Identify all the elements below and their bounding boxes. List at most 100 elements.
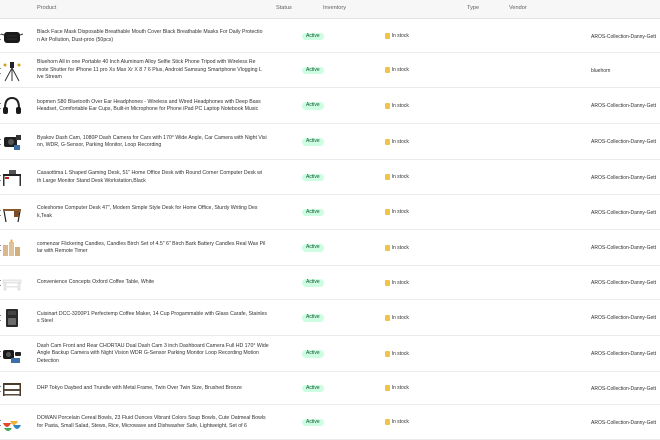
table-row[interactable]: Byakov Dash Cam, 1080P Dash Camera for C… xyxy=(0,124,660,160)
coffee-table-icon[interactable] xyxy=(1,272,23,294)
coffee-maker-icon[interactable] xyxy=(1,307,23,329)
inventory-indicator-icon xyxy=(385,350,390,357)
inventory-cell: In stock xyxy=(385,67,409,74)
inventory-status-text: In stock xyxy=(391,33,409,40)
table-row[interactable]: Bluehorn All in one Portable 40 Inch Alu… xyxy=(0,53,660,88)
inventory-status-text: In stock xyxy=(391,174,409,181)
table-row[interactable]: Coleshome Computer Desk 47", Modern Simp… xyxy=(0,195,660,230)
inventory-cell: In stock xyxy=(385,314,409,321)
product-title-line: Headset, Comfortable Ear Cups, Built-in … xyxy=(37,106,259,112)
inventory-status-text: In stock xyxy=(391,244,409,251)
status-badge: Active xyxy=(302,384,324,393)
status-badge: Active xyxy=(302,279,324,287)
product-title-line: Detection xyxy=(37,357,59,364)
inventory-cell: In stock xyxy=(385,385,409,392)
product-title-link[interactable]: Black Face Mask Disposable Breathable Mo… xyxy=(37,29,275,44)
inventory-indicator-icon xyxy=(385,102,390,109)
headphones-icon[interactable] xyxy=(1,95,23,117)
inventory-indicator-icon xyxy=(385,314,390,321)
product-title-link[interactable]: DHP Tokyo Daybed and Trundle with Metal … xyxy=(37,385,275,392)
inventory-cell: In stock xyxy=(385,174,409,181)
product-title-line: th Large Monitor Stand Desk Workstation,… xyxy=(37,177,146,184)
product-title-link[interactable]: Convenience Concepts Oxford Coffee Table… xyxy=(37,279,275,286)
inventory-cell: In stock xyxy=(385,102,409,109)
daybed-icon[interactable] xyxy=(1,377,23,400)
product-title-link[interactable]: bopmen S80 Bluetooth Over Ear Headphones… xyxy=(37,99,275,114)
vendor-cell: AROS-Collection-Danny-Gett xyxy=(591,33,657,40)
vendor-cell: AROS-Collection-Danny-Gett xyxy=(591,245,657,251)
dual-dash-cam-icon[interactable] xyxy=(1,343,23,365)
status-badge: Active xyxy=(302,173,324,182)
candles-icon[interactable] xyxy=(1,237,23,259)
vendor-cell: AROS-Collection-Danny-Gett xyxy=(591,209,657,216)
table-row[interactable]: DOWAN Porcelain Cereal Bowls, 23 Fluid O… xyxy=(0,405,660,440)
product-title-line: k,Teak xyxy=(37,212,52,219)
inventory-status-text: In stock xyxy=(391,67,409,74)
inventory-status-text: In stock xyxy=(391,138,409,145)
table-row[interactable]: Dash Cam Front and Rear CHORTAU Dual Das… xyxy=(0,336,660,372)
table-row[interactable]: DHP Tokyo Daybed and Trundle with Metal … xyxy=(0,372,660,405)
status-badge: Active xyxy=(302,418,324,427)
product-title-line: lar with Remote Timer xyxy=(37,248,88,254)
status-badge: Active xyxy=(302,350,324,358)
column-header-product[interactable]: Product xyxy=(37,5,56,11)
product-title-line: comenzar Flickering Candles, Candles Bir… xyxy=(37,240,266,247)
inventory-cell: In stock xyxy=(385,244,409,251)
table-row[interactable]: comenzar Flickering Candles, Candles Bir… xyxy=(0,230,660,266)
dash-cam-icon[interactable] xyxy=(1,131,23,153)
inventory-cell: In stock xyxy=(385,279,409,286)
inventory-cell: In stock xyxy=(385,33,409,40)
product-title-line: Black Face Mask Disposable Breathable Mo… xyxy=(37,29,263,36)
vendor-cell: AROS-Collection-Danny-Gett xyxy=(591,174,657,181)
product-title-link[interactable]: Dash Cam Front and Rear CHORTAU Dual Das… xyxy=(37,343,275,365)
table-row[interactable]: bopmen S80 Bluetooth Over Ear Headphones… xyxy=(0,88,660,124)
column-header-type[interactable]: Type xyxy=(467,5,479,11)
inventory-indicator-icon xyxy=(385,67,390,74)
gaming-desk-icon[interactable] xyxy=(1,166,23,189)
product-title-line: Dash Cam Front and Rear CHORTAU Dual Das… xyxy=(37,342,269,349)
face-mask-icon[interactable] xyxy=(1,25,23,48)
inventory-cell: In stock xyxy=(385,419,409,426)
product-title-line: on, WDR, G-Sensor, Parking Monitor, Loop… xyxy=(37,142,162,148)
status-badge: Active xyxy=(302,66,324,75)
bowls-icon[interactable] xyxy=(1,411,23,434)
computer-desk-icon[interactable] xyxy=(1,201,23,224)
column-header-vendor[interactable]: Vendor xyxy=(509,5,527,11)
vendor-cell: AROS-Collection-Danny-Gett xyxy=(591,351,657,357)
inventory-cell: In stock xyxy=(385,209,409,216)
product-title-link[interactable]: Bluehorn All in one Portable 40 Inch Alu… xyxy=(37,59,275,81)
product-title-link[interactable]: Casaottima L Shaped Gaming Desk, 51" Hom… xyxy=(37,170,275,185)
inventory-status-text: In stock xyxy=(391,314,409,321)
tripod-icon[interactable] xyxy=(1,59,23,82)
vendor-cell: AROS-Collection-Danny-Gett xyxy=(591,385,657,392)
table-row[interactable]: Convenience Concepts Oxford Coffee Table… xyxy=(0,266,660,300)
product-title-link[interactable]: comenzar Flickering Candles, Candles Bir… xyxy=(37,241,275,256)
product-title-line: ive Stream xyxy=(37,74,62,81)
product-title-link[interactable]: Byakov Dash Cam, 1080P Dash Camera for C… xyxy=(37,135,275,150)
inventory-status-text: In stock xyxy=(391,385,409,392)
product-title-line: Casaottima L Shaped Gaming Desk, 51" Hom… xyxy=(37,170,262,177)
table-row[interactable]: Cuisinart DCC-3200P1 Perfectemp Coffee M… xyxy=(0,300,660,336)
status-badge: Active xyxy=(302,314,324,322)
product-title-link[interactable]: DOWAN Porcelain Cereal Bowls, 23 Fluid O… xyxy=(37,415,275,430)
inventory-indicator-icon xyxy=(385,174,390,181)
product-title-link[interactable]: Cuisinart DCC-3200P1 Perfectemp Coffee M… xyxy=(37,311,275,326)
table-row[interactable]: Black Face Mask Disposable Breathable Mo… xyxy=(0,20,660,53)
product-title-line: Bluehorn All in one Portable 40 Inch Alu… xyxy=(37,59,256,66)
vendor-cell: AROS-Collection-Danny-Gett xyxy=(591,139,657,145)
status-badge: Active xyxy=(302,32,324,41)
inventory-cell: In stock xyxy=(385,350,409,357)
vendor-cell: AROS-Collection-Danny-Gett xyxy=(591,315,657,321)
status-badge: Active xyxy=(302,208,324,217)
column-header-inventory[interactable]: Inventory xyxy=(323,5,346,11)
vendor-cell: AROS-Collection-Danny-Gett xyxy=(591,103,657,109)
product-title-line: Byakov Dash Cam, 1080P Dash Camera for C… xyxy=(37,134,267,141)
table-row[interactable]: Casaottima L Shaped Gaming Desk, 51" Hom… xyxy=(0,160,660,195)
product-title-line: bopmen S80 Bluetooth Over Ear Headphones… xyxy=(37,98,261,105)
inventory-indicator-icon xyxy=(385,209,390,216)
product-title-link[interactable]: Coleshome Computer Desk 47", Modern Simp… xyxy=(37,205,275,220)
status-badge: Active xyxy=(302,102,324,110)
inventory-status-text: In stock xyxy=(391,350,409,357)
column-header-status[interactable]: Status xyxy=(276,5,292,11)
inventory-indicator-icon xyxy=(385,244,390,251)
